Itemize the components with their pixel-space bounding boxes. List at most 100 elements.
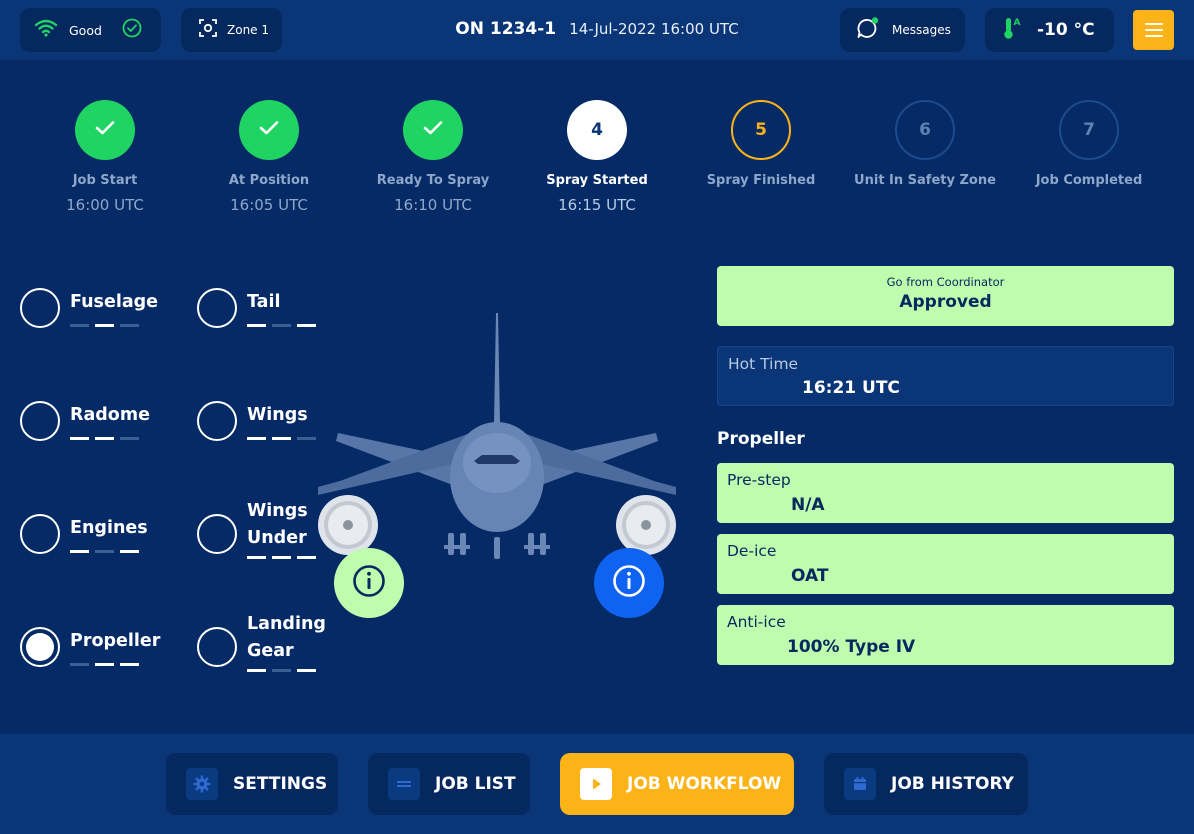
aircraft-registration: ON 1234-1 — [455, 19, 557, 39]
job-list-button[interactable]: JOB LIST — [368, 753, 530, 815]
zone-radio[interactable] — [20, 401, 60, 441]
progress-segment — [297, 324, 316, 327]
progress-segment — [120, 663, 139, 666]
current-datetime: 14-Jul-2022 16:00 UTC — [569, 20, 739, 38]
zone-text: Engines — [70, 515, 148, 553]
zone-option[interactable]: Tail — [197, 288, 316, 328]
zone-name: Radome — [70, 405, 150, 425]
step-number: 5 — [755, 120, 767, 140]
anti-ice-field[interactable]: Anti-ice 100% Type IV — [717, 605, 1174, 665]
zone-progress — [247, 437, 316, 440]
zone-radio[interactable] — [197, 514, 237, 554]
progress-segment — [70, 437, 89, 440]
zone-name: Landing Gear — [247, 614, 326, 661]
checkmark-icon — [94, 119, 116, 142]
zone-progress — [70, 437, 150, 440]
right-engine — [616, 495, 676, 555]
progress-segment — [120, 437, 139, 440]
zone-radio[interactable] — [197, 401, 237, 441]
hot-time-label: Hot Time — [728, 355, 799, 373]
progress-segment — [95, 663, 114, 666]
job-list-label: JOB LIST — [435, 774, 516, 794]
workflow-step[interactable]: 6 Unit In Safety Zone — [843, 100, 1007, 196]
info-icon — [612, 564, 646, 602]
progress-segment — [95, 437, 114, 440]
hot-time-value: 16:21 UTC — [802, 378, 900, 398]
zone-option[interactable]: Radome — [20, 401, 150, 441]
step-number: 6 — [919, 120, 931, 140]
step-time: 16:05 UTC — [230, 196, 308, 214]
de-ice-label: De-ice — [727, 542, 777, 560]
step-label: Job Completed — [1035, 173, 1143, 188]
temperature-display[interactable]: A -10 °C — [985, 8, 1114, 52]
progress-segment — [95, 550, 114, 553]
messages-button[interactable]: Messages — [840, 8, 965, 52]
zone-text: Fuselage — [70, 289, 158, 327]
step-label: Spray Started — [546, 173, 648, 188]
zone-name: Tail — [247, 292, 281, 312]
tail-fin — [494, 313, 500, 423]
zone-name: Engines — [70, 518, 148, 538]
hamburger-menu-button[interactable] — [1133, 10, 1174, 50]
coordinator-label: Go from Coordinator — [886, 275, 1005, 289]
workflow-step[interactable]: At Position 16:05 UTC — [187, 100, 351, 214]
step-time: 16:00 UTC — [66, 196, 144, 214]
progress-segment — [297, 437, 316, 440]
step-indicator: 4 — [567, 100, 627, 160]
progress-segment — [247, 556, 266, 559]
workflow-step[interactable]: Ready To Spray 16:10 UTC — [351, 100, 515, 214]
step-indicator — [403, 100, 463, 160]
zone-option[interactable]: Fuselage — [20, 288, 158, 328]
temp-source-badge: A — [1014, 18, 1021, 28]
job-workflow-button[interactable]: JOB WORKFLOW — [560, 753, 794, 815]
workflow-step[interactable]: 5 Spray Finished — [679, 100, 843, 196]
chat-bubble-icon — [856, 17, 880, 43]
progress-segment — [272, 556, 291, 559]
selected-zone-title: Propeller — [717, 429, 805, 449]
settings-button[interactable]: SETTINGS — [166, 753, 338, 815]
zone-progress — [247, 324, 316, 327]
zone-info-button[interactable] — [334, 548, 404, 618]
progress-segment — [120, 550, 139, 553]
zone-name: Wings — [247, 405, 308, 425]
workflow-step[interactable]: Job Start 16:00 UTC — [23, 100, 187, 214]
step-indicator: 5 — [731, 100, 791, 160]
coordinator-status: Approved — [899, 292, 992, 312]
workflow-step[interactable]: 4 Spray Started 16:15 UTC — [515, 100, 679, 214]
step-number: 7 — [1083, 120, 1095, 140]
zone-name: Propeller — [70, 631, 161, 651]
menu-line — [1144, 35, 1163, 37]
zone-radio[interactable] — [20, 288, 60, 328]
zone-radio[interactable] — [20, 514, 60, 554]
zone-option[interactable]: Landing Gear — [197, 614, 326, 672]
step-label: Unit In Safety Zone — [854, 173, 996, 188]
zone-text: Wings Under — [247, 498, 316, 559]
workflow-stepper: Job Start 16:00 UTC At Position 16:05 UTC Re… — [0, 100, 1194, 230]
zone-progress — [247, 669, 326, 672]
zone-radio[interactable] — [20, 627, 60, 667]
progress-segment — [247, 437, 266, 440]
progress-segment — [272, 324, 291, 327]
temperature-value: -10 °C — [1037, 20, 1095, 40]
zone-progress — [70, 550, 148, 553]
zone-radio[interactable] — [197, 627, 237, 667]
aircraft-info-button[interactable] — [594, 548, 664, 618]
pre-step-field[interactable]: Pre-step N/A — [717, 463, 1174, 523]
progress-segment — [70, 324, 89, 327]
checkmark-icon — [422, 119, 444, 142]
de-ice-field[interactable]: De-ice OAT — [717, 534, 1174, 594]
step-indicator — [239, 100, 299, 160]
checkmark-icon — [258, 119, 280, 142]
zone-option[interactable]: Wings — [197, 401, 316, 441]
step-indicator — [75, 100, 135, 160]
anti-ice-value: 100% Type IV — [787, 637, 916, 657]
zone-option[interactable]: Propeller — [20, 627, 160, 667]
step-label: Job Start — [72, 173, 138, 188]
job-history-button[interactable]: JOB HISTORY — [824, 753, 1028, 815]
zone-option[interactable]: Engines — [20, 514, 148, 554]
workflow-step[interactable]: 7 Job Completed — [1007, 100, 1171, 196]
zone-text: Landing Gear — [247, 611, 326, 672]
cockpit-windows — [474, 455, 520, 464]
zone-radio[interactable] — [197, 288, 237, 328]
zone-option[interactable]: Wings Under — [197, 501, 316, 559]
